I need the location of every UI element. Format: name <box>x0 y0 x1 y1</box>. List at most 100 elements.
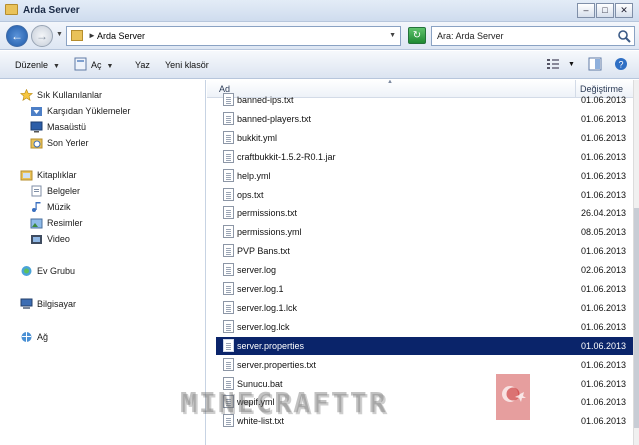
close-button[interactable]: ✕ <box>615 3 633 18</box>
search-placeholder: Ara: Arda Server <box>437 31 504 41</box>
file-name: server.log.1 <box>237 284 284 294</box>
vertical-scrollbar[interactable] <box>633 80 639 445</box>
file-row[interactable]: server.properties.txt 01.06.2013 <box>216 356 633 374</box>
file-row[interactable]: server.log.1 01.06.2013 <box>216 280 633 298</box>
file-row[interactable]: server.log.1.lck 01.06.2013 <box>216 299 633 317</box>
file-date: 01.06.2013 <box>581 95 627 105</box>
sidebar-item-homegroup[interactable]: Ev Grubu <box>20 265 75 280</box>
file-date: 01.06.2013 <box>581 151 627 162</box>
print-button[interactable]: Yaz <box>135 60 150 70</box>
sidebar-item-label: Ağ <box>37 332 49 342</box>
file-row[interactable]: server.log.lck 01.06.2013 <box>216 318 633 336</box>
file-row[interactable]: bukkit.yml 01.06.2013 <box>216 129 633 147</box>
file-date: 01.06.2013 <box>581 416 627 427</box>
sidebar-item-downloads[interactable]: Karşıdan Yüklemeler <box>30 105 130 120</box>
help-icon[interactable]: ? <box>614 57 628 71</box>
address-dropdown-icon[interactable]: ▼ <box>389 32 396 39</box>
file-icon <box>223 130 234 144</box>
file-name: bukkit.yml <box>237 132 278 143</box>
sidebar-item-documents[interactable]: Belgeler <box>30 185 80 200</box>
file-date: 01.06.2013 <box>581 189 627 200</box>
file-name: PVP Bans.txt <box>237 246 290 257</box>
file-row[interactable]: banned-players.txt 01.06.2013 <box>216 110 633 128</box>
breadcrumb[interactable]: Arda Server <box>97 31 145 41</box>
file-row[interactable]: server.log 02.06.2013 <box>216 261 633 279</box>
sidebar-item-label: Belgeler <box>47 186 81 196</box>
sidebar-item-desktop[interactable]: Masaüstü <box>30 121 86 136</box>
file-row[interactable]: server.properties 01.06.2013 <box>216 336 633 355</box>
organize-label: Düzenle <box>15 60 49 70</box>
sidebar-item-label: Son Yerler <box>47 138 89 148</box>
file-row[interactable]: ops.txt 01.06.2013 <box>216 186 633 204</box>
file-row[interactable]: help.yml 01.06.2013 <box>216 167 633 185</box>
file-name: craftbukkit-1.5.2-R0.1.jar <box>237 151 336 162</box>
minimize-button[interactable]: – <box>577 3 595 18</box>
new-folder-button[interactable]: Yeni klasör <box>165 60 209 70</box>
preview-pane-icon[interactable] <box>588 57 602 71</box>
forward-button[interactable]: → <box>31 25 53 47</box>
sidebar-item-network[interactable]: Ağ <box>20 331 48 346</box>
view-options-icon[interactable] <box>546 57 560 71</box>
sidebar-item-recent-places[interactable]: Son Yerler <box>30 137 89 152</box>
file-date: 08.05.2013 <box>581 227 627 238</box>
file-name: permissions.txt <box>237 208 298 219</box>
maximize-button[interactable]: □ <box>596 3 614 18</box>
open-icon <box>74 57 87 71</box>
file-name: Sunucu.bat <box>237 378 283 389</box>
scrollbar-thumb[interactable] <box>634 208 639 428</box>
file-date: 01.06.2013 <box>581 113 627 124</box>
sidebar-item-pictures[interactable]: Resimler <box>30 217 83 232</box>
search-icon[interactable] <box>617 29 632 44</box>
file-date: 01.06.2013 <box>581 359 627 370</box>
window-title: Arda Server <box>23 5 80 16</box>
search-input[interactable]: Ara: Arda Server <box>431 26 635 46</box>
file-icon <box>223 395 234 409</box>
sidebar-item-computer[interactable]: Bilgisayar <box>20 298 76 313</box>
file-icon <box>223 93 234 106</box>
sort-indicator-icon: ▲ <box>387 80 393 85</box>
file-row[interactable]: PVP Bans.txt 01.06.2013 <box>216 242 633 260</box>
documents-icon <box>31 185 42 197</box>
file-name: wepif.yml <box>237 397 275 408</box>
file-row[interactable]: permissions.yml 08.05.2013 <box>216 223 633 241</box>
recent-pages-dropdown[interactable]: ▼ <box>56 31 63 38</box>
file-name: help.yml <box>237 170 271 181</box>
breadcrumb-chevron-icon[interactable]: ► <box>88 31 96 40</box>
file-row[interactable]: permissions.txt 26.04.2013 <box>216 204 633 222</box>
refresh-button[interactable]: ↻ <box>408 27 426 44</box>
file-row[interactable]: craftbukkit-1.5.2-R0.1.jar 01.06.2013 <box>216 148 633 166</box>
file-icon <box>223 244 234 258</box>
file-icon <box>223 149 234 163</box>
file-icon <box>223 111 234 125</box>
sidebar-item-video[interactable]: Video <box>30 233 70 248</box>
recent-places-icon <box>30 138 43 149</box>
organize-button[interactable]: Düzenle ▼ <box>15 60 60 70</box>
view-dropdown-icon[interactable]: ▼ <box>568 61 575 68</box>
file-name: server.properties.txt <box>237 359 317 370</box>
file-date: 01.06.2013 <box>581 284 627 294</box>
address-bar[interactable]: ► Arda Server ▼ <box>66 26 401 46</box>
file-date: 26.04.2013 <box>581 208 627 219</box>
file-name: ops.txt <box>237 189 264 200</box>
music-icon <box>32 202 41 212</box>
back-button[interactable]: ← <box>6 25 28 47</box>
file-name: white-list.txt <box>237 416 285 427</box>
file-row[interactable]: white-list.txt 01.06.2013 <box>216 412 633 430</box>
file-icon <box>223 282 234 295</box>
file-row[interactable]: Sunucu.bat 01.06.2013 <box>216 375 633 393</box>
star-icon <box>20 89 33 101</box>
sidebar-item-favorites[interactable]: Sık Kullanılanlar <box>20 89 102 104</box>
sidebar-item-libraries[interactable]: Kitaplıklar <box>20 169 77 184</box>
sidebar-item-label: Ev Grubu <box>37 266 76 276</box>
file-row[interactable]: wepif.yml 01.06.2013 <box>216 393 633 411</box>
open-label: Aç <box>91 60 102 70</box>
file-icon <box>223 414 234 428</box>
file-icon <box>223 206 234 220</box>
sidebar-item-label: Sık Kullanılanlar <box>37 90 103 100</box>
sidebar-item-label: Karşıdan Yüklemeler <box>47 106 131 116</box>
file-row[interactable]: banned-ips.txt 01.06.2013 <box>216 91 633 109</box>
file-date: 01.06.2013 <box>581 340 627 351</box>
sidebar-item-music[interactable]: Müzik <box>30 201 71 216</box>
open-button[interactable]: Aç ▼ <box>91 60 113 70</box>
video-icon <box>31 235 42 244</box>
